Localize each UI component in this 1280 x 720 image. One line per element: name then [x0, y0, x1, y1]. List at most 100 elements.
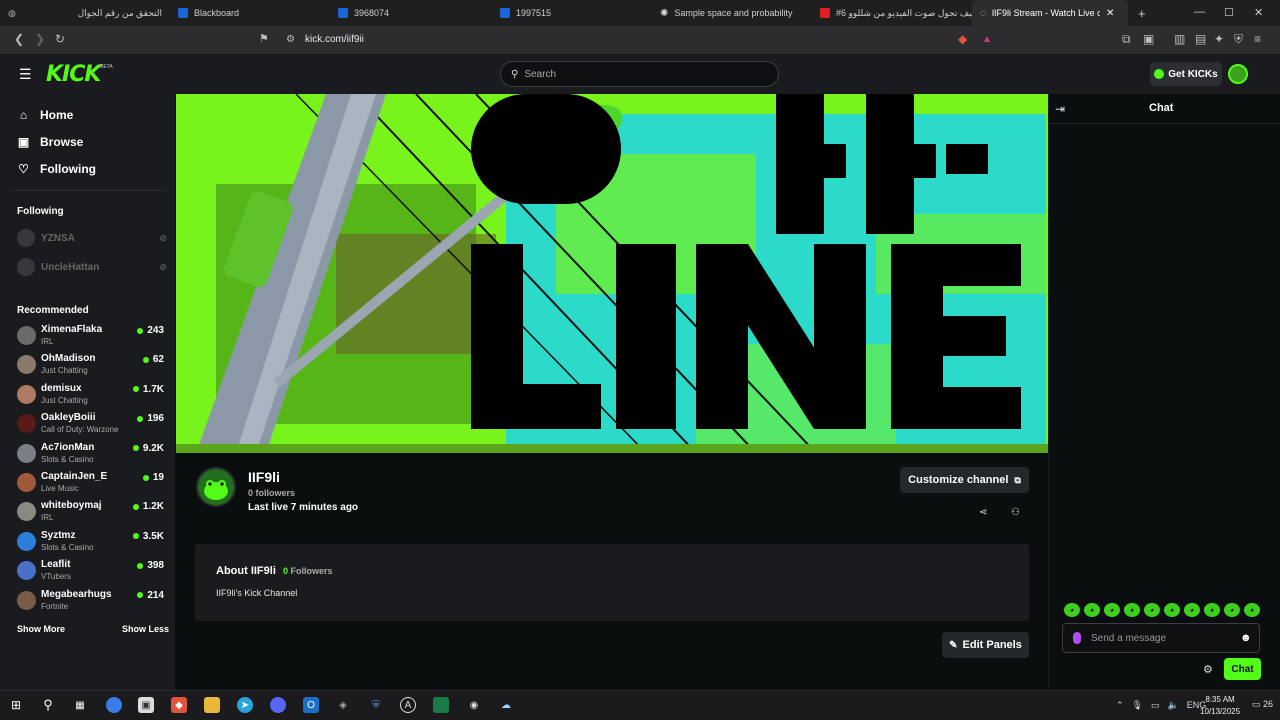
sidebar-item-home[interactable]: ⌂ Home: [17, 108, 73, 122]
tab-1[interactable]: ◍ التحقق من رقم الجوال: [0, 0, 170, 26]
sidebar-item-following[interactable]: ♡ Following: [17, 162, 96, 176]
windows-start-icon[interactable]: ⊞: [8, 697, 24, 713]
notification-icon[interactable]: ▭ 26: [1252, 699, 1273, 710]
search-input[interactable]: ⚲ Search: [500, 61, 779, 87]
extension-icon[interactable]: ⧉: [1122, 32, 1131, 47]
microphone-icon[interactable]: [1073, 632, 1081, 644]
sidebar-toggle-icon[interactable]: ▥: [1174, 32, 1185, 46]
back-icon[interactable]: ❮: [14, 32, 24, 46]
vpn-icon[interactable]: ⛨: [1234, 32, 1243, 47]
sidebar-item-label: Following: [40, 162, 96, 176]
url-field[interactable]: kick.com/iif9ii: [305, 34, 364, 45]
recommended-channel[interactable]: XimenaFlaka IRL 243: [17, 322, 164, 350]
hamburger-menu-icon[interactable]: ☰: [19, 66, 32, 83]
tab-2[interactable]: Blackboard: [170, 0, 330, 26]
chevron-up-icon[interactable]: ⌃: [1116, 700, 1124, 711]
rewards-icon[interactable]: ▲: [982, 34, 992, 45]
recommended-channel[interactable]: Leaflit VTubers 398: [17, 557, 164, 585]
customize-channel-label: Customize channel: [908, 474, 1009, 486]
app-icon[interactable]: A: [400, 697, 416, 713]
store-icon[interactable]: ▣: [138, 697, 154, 713]
show-less-button[interactable]: Show Less: [122, 624, 169, 634]
get-kicks-button[interactable]: Get KICKs: [1150, 62, 1222, 86]
steam-icon[interactable]: ☁: [498, 697, 514, 713]
tab-6[interactable]: #6 كيف تحول صوت الفيديو من شللوو: [812, 0, 972, 26]
user-settings-icon[interactable]: ⚇: [1011, 507, 1020, 518]
channel-avatar[interactable]: [196, 467, 236, 507]
leo-icon[interactable]: ▣: [1143, 32, 1154, 46]
clock[interactable]: 8:35 AM 10/13/2025: [1200, 694, 1240, 718]
network-icon[interactable]: ▭: [1151, 700, 1160, 711]
show-more-button[interactable]: Show More: [17, 624, 65, 634]
recommended-channel[interactable]: whiteboymaj IRL 1.2K: [17, 498, 164, 526]
microphone-icon[interactable]: 🎙: [1132, 700, 1143, 711]
task-view-icon[interactable]: ▦: [72, 697, 88, 713]
volume-icon[interactable]: 🔈: [1168, 700, 1179, 711]
tab-title: 3968074: [354, 8, 390, 18]
close-tab-icon[interactable]: ✕: [1106, 8, 1114, 19]
recommended-channel[interactable]: demisux Just Chatting 1.7K: [17, 381, 164, 409]
ai-icon[interactable]: ✦: [1214, 32, 1224, 46]
brave-icon[interactable]: ◆: [171, 697, 187, 713]
emote-icon[interactable]: ◕: [1204, 603, 1220, 617]
reload-icon[interactable]: ↻: [55, 32, 65, 46]
forward-icon[interactable]: ❯: [35, 32, 45, 46]
bookmark-icon[interactable]: ⚑: [259, 32, 269, 45]
discord-icon[interactable]: [270, 697, 286, 713]
recommended-channel[interactable]: Syztmz Slots & Casino 3.5K: [17, 528, 164, 556]
emote-icon[interactable]: ◕: [1164, 603, 1180, 617]
tab-4[interactable]: 1997515: [492, 0, 652, 26]
customize-channel-button[interactable]: Customize channel ⧉: [900, 467, 1029, 493]
share-icon[interactable]: ⋖: [979, 507, 987, 518]
chat-message-input[interactable]: Send a message: [1062, 623, 1260, 653]
recommended-channel[interactable]: CaptainJen_E Live Music 19: [17, 469, 164, 497]
maximize-icon[interactable]: ☐: [1224, 6, 1234, 19]
brave-shield-icon[interactable]: ◆: [958, 32, 967, 46]
emote-icon[interactable]: ◕: [1084, 603, 1100, 617]
emote-icon[interactable]: ◕: [1184, 603, 1200, 617]
recommended-channel[interactable]: Ac7ionMan Slots & Casino 9.2K: [17, 440, 164, 468]
chrome-icon[interactable]: ◉: [466, 697, 482, 713]
tab-3[interactable]: 3968074: [330, 0, 492, 26]
collapse-chat-icon[interactable]: ⇥: [1055, 102, 1065, 116]
external-link-icon: ⧉: [1014, 474, 1021, 485]
following-channel[interactable]: YZNSA ⊘: [17, 227, 167, 249]
new-tab-icon[interactable]: +: [1138, 6, 1146, 21]
avatar: [17, 590, 36, 610]
emote-icon[interactable]: ◕: [1144, 603, 1160, 617]
copilot-icon[interactable]: [106, 697, 122, 713]
app-icon[interactable]: ◈: [335, 697, 351, 713]
recommended-channel[interactable]: OhMadison Just Chatting 62: [17, 351, 164, 379]
emote-icon[interactable]: ◕: [1224, 603, 1240, 617]
emote-icon[interactable]: ◕: [1104, 603, 1120, 617]
emote-icon[interactable]: ◕: [1124, 603, 1140, 617]
recommended-channel[interactable]: Megabearhugs Fortnite 214: [17, 587, 164, 615]
live-dot-icon: [132, 503, 139, 510]
minimize-icon[interactable]: —: [1194, 6, 1205, 18]
kick-logo[interactable]: KICK: [46, 62, 101, 87]
tab-5[interactable]: ✺ Sample space and probability: [652, 0, 812, 26]
following-heading: Following: [17, 206, 64, 217]
edit-panels-button[interactable]: ✎ Edit Panels: [942, 632, 1029, 658]
site-info-icon[interactable]: ⚙: [286, 34, 295, 45]
close-window-icon[interactable]: ✕: [1254, 6, 1263, 19]
search-icon[interactable]: ⚲: [40, 697, 56, 713]
tab-7-active[interactable]: ◌ lIF9li Stream - Watch Live on Ki ✕: [972, 0, 1128, 26]
emote-icon[interactable]: ◕: [1244, 603, 1260, 617]
shield-app-icon[interactable]: ⛨: [368, 697, 384, 713]
emoji-picker-icon[interactable]: ☻: [1240, 632, 1252, 644]
recommended-channel[interactable]: OakleyBoiii Call of Duty: Warzone 196: [17, 410, 164, 438]
user-avatar[interactable]: [1228, 64, 1248, 84]
file-explorer-icon[interactable]: [204, 697, 220, 713]
avatar: [17, 355, 36, 375]
sidebar-item-browse[interactable]: ▣ Browse: [17, 135, 84, 149]
telegram-icon[interactable]: ➤: [237, 697, 253, 713]
following-channel[interactable]: UncleHattan ⊘: [17, 256, 167, 278]
outlook-icon[interactable]: O: [303, 697, 319, 713]
chat-send-button[interactable]: Chat: [1224, 658, 1261, 680]
wallet-icon[interactable]: ▤: [1195, 32, 1206, 46]
chat-settings-icon[interactable]: ⚙: [1203, 663, 1213, 676]
emote-icon[interactable]: ◕: [1064, 603, 1080, 617]
app-icon[interactable]: [433, 697, 449, 713]
menu-icon[interactable]: ≡: [1254, 32, 1261, 46]
